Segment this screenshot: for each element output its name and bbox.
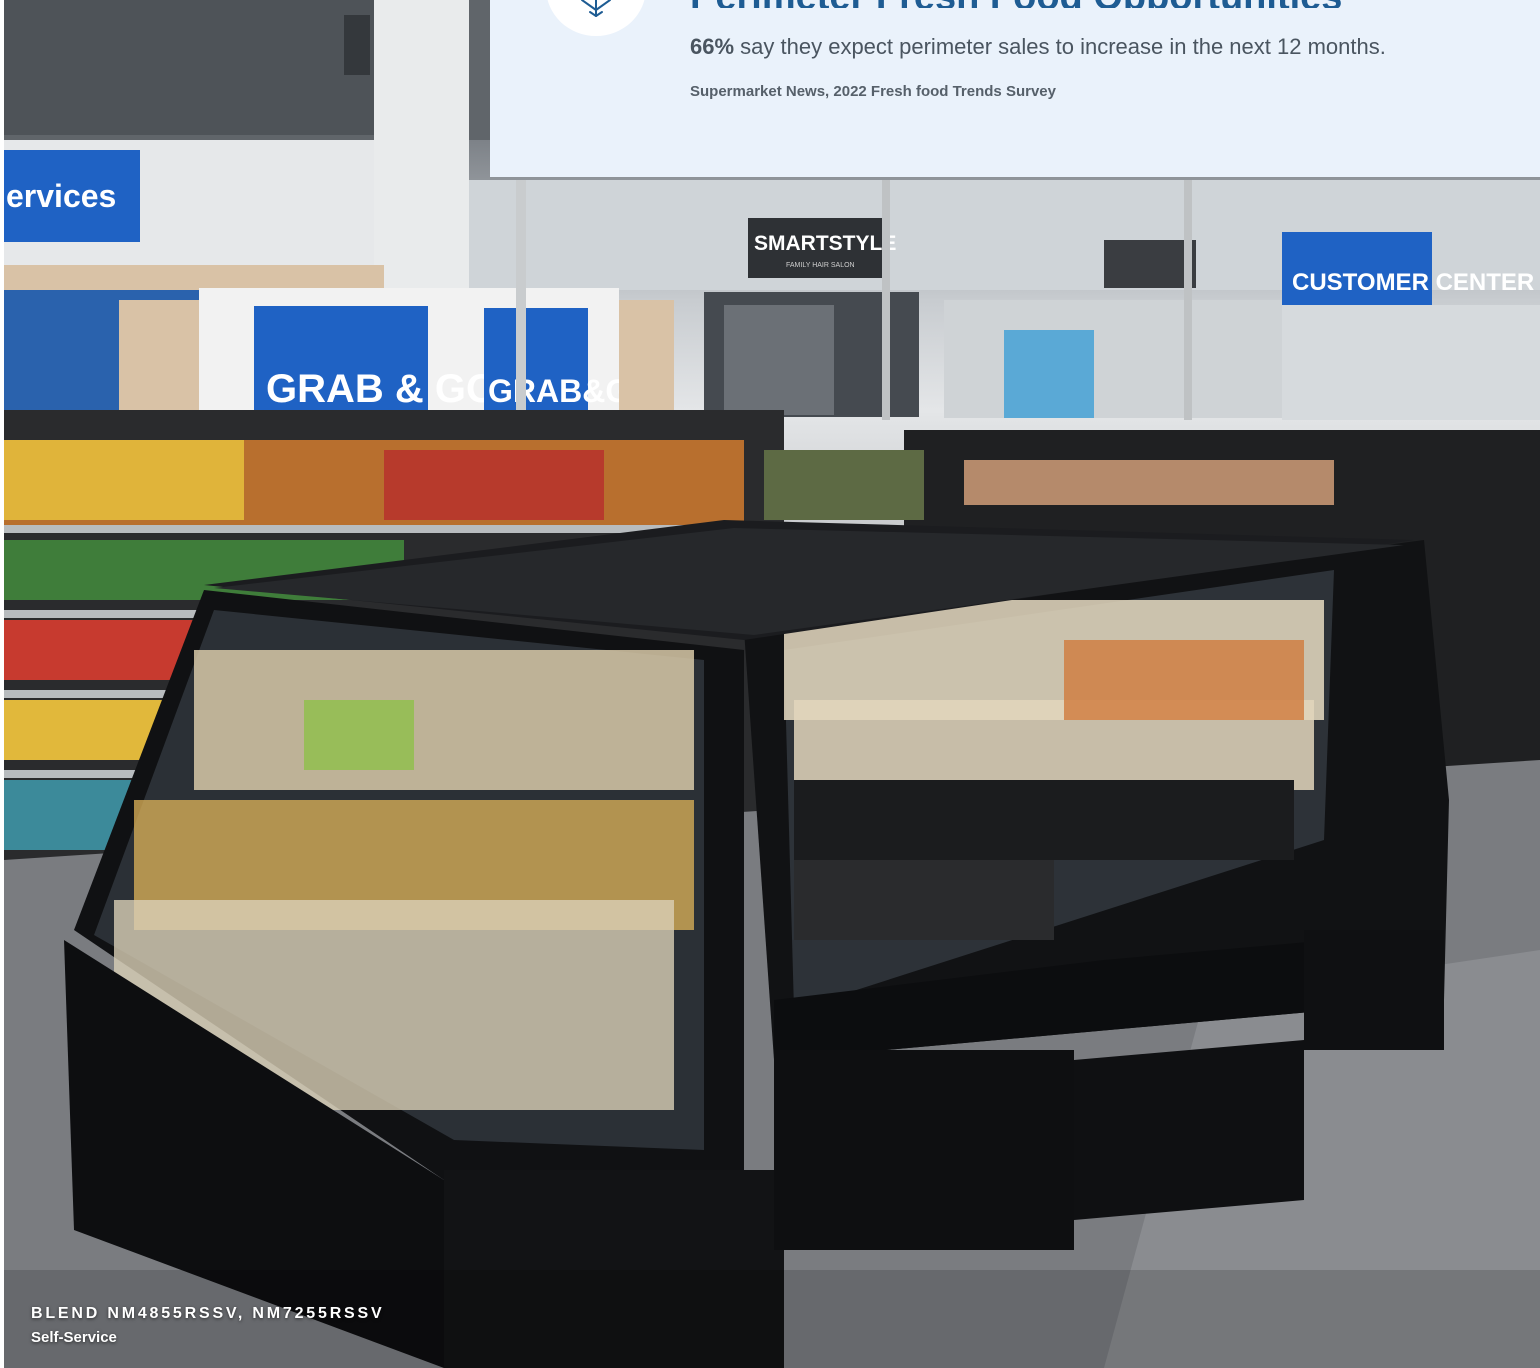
snowflake-icon xyxy=(581,0,611,17)
stat-text: say they expect perimeter sales to incre… xyxy=(734,34,1386,59)
customer-center-sign-label: CUSTOMER CENTER xyxy=(1292,269,1534,296)
stat-statement: 66% say they expect perimeter sales to i… xyxy=(690,34,1386,60)
photo-caption: BLEND NM4855RSSV, NM7255RSSV Self-Servic… xyxy=(31,1305,384,1346)
caption-type: Self-Service xyxy=(31,1329,117,1346)
store-scene: ervices GRAB & GO GRAB&GO SMARTSTYLE FAM… xyxy=(4,0,1540,1368)
stat-highlight: 66% xyxy=(690,34,735,59)
stat-card: Perimeter Fresh Food Opportunities 66% s… xyxy=(490,0,1540,177)
caption-model: BLEND NM4855RSSV, NM7255RSSV xyxy=(31,1305,385,1322)
stat-icon-badge xyxy=(546,0,646,36)
stat-source: Supermarket News, 2022 Fresh food Trends… xyxy=(690,83,1056,100)
store-photo: ervices GRAB & GO GRAB&GO SMARTSTYLE FAM… xyxy=(4,0,1540,1368)
stat-heading: Perimeter Fresh Food Opportunities xyxy=(690,0,1490,8)
salon-sign-label: SMARTSTYLE xyxy=(754,232,896,255)
salon-sign-sub: FAMILY HAIR SALON xyxy=(786,262,855,269)
services-sign-label: ervices xyxy=(6,178,116,214)
grab-go-sign-left-label: GRAB & GO xyxy=(266,367,497,411)
